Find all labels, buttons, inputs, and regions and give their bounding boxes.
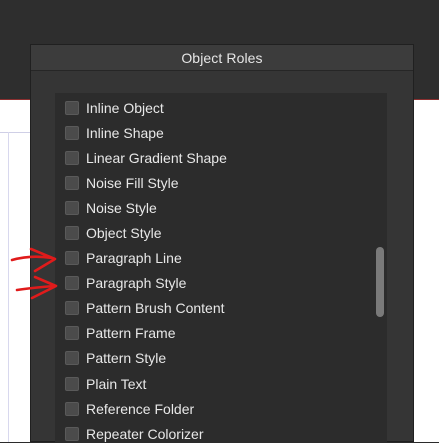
checkbox[interactable] xyxy=(65,426,79,441)
list-item[interactable]: Plain Text xyxy=(55,371,373,396)
roles-list: Inline Object Inline Shape Linear Gradient… xyxy=(55,93,387,443)
list-item[interactable]: Linear Gradient Shape xyxy=(55,145,373,170)
canvas-guide-vertical xyxy=(8,132,9,442)
checkbox[interactable] xyxy=(65,251,79,266)
list-item[interactable]: Object Style xyxy=(55,220,373,245)
list-item-label: Noise Style xyxy=(86,199,157,216)
list-item[interactable]: Noise Fill Style xyxy=(55,170,373,195)
list-item-label: Object Style xyxy=(86,225,162,242)
list-item[interactable]: Paragraph Line xyxy=(55,246,373,271)
list-item[interactable]: Noise Style xyxy=(55,195,373,220)
roles-list-items: Inline Object Inline Shape Linear Gradient… xyxy=(55,95,373,443)
list-item-label: Paragraph Line xyxy=(86,250,182,267)
list-item[interactable]: Inline Object xyxy=(55,95,373,120)
list-item-label: Pattern Frame xyxy=(86,325,176,342)
checkbox[interactable] xyxy=(65,100,79,115)
list-item-label: Pattern Brush Content xyxy=(86,300,225,317)
list-item-label: Pattern Style xyxy=(86,350,167,367)
checkbox[interactable] xyxy=(65,326,79,341)
checkbox[interactable] xyxy=(65,226,79,241)
list-item-label: Paragraph Style xyxy=(86,275,187,292)
checkbox[interactable] xyxy=(65,125,79,140)
object-roles-panel: Object Roles Inline Object Inline Shape Li… xyxy=(30,44,414,443)
checkbox[interactable] xyxy=(65,401,79,416)
checkbox[interactable] xyxy=(65,351,79,366)
list-item[interactable]: Pattern Style xyxy=(55,346,373,371)
list-item[interactable]: Pattern Frame xyxy=(55,321,373,346)
list-item-label: Plain Text xyxy=(86,375,147,392)
checkbox[interactable] xyxy=(65,301,79,316)
list-item[interactable]: Reference Folder xyxy=(55,396,373,421)
list-item-label: Noise Fill Style xyxy=(86,174,179,191)
list-item-label: Repeater Colorizer xyxy=(86,425,204,442)
panel-title: Object Roles xyxy=(181,49,263,66)
list-item[interactable]: Pattern Brush Content xyxy=(55,296,373,321)
checkbox[interactable] xyxy=(65,175,79,190)
list-item[interactable]: Inline Shape xyxy=(55,120,373,145)
checkbox[interactable] xyxy=(65,376,79,391)
scrollbar[interactable] xyxy=(373,93,387,443)
list-item-label: Inline Shape xyxy=(86,124,164,141)
list-item-label: Inline Object xyxy=(86,99,164,116)
list-item-label: Reference Folder xyxy=(86,400,195,417)
list-item-label: Linear Gradient Shape xyxy=(86,149,227,166)
canvas-guide-horizontal xyxy=(0,132,34,133)
checkbox[interactable] xyxy=(65,276,79,291)
list-item[interactable]: Paragraph Style xyxy=(55,271,373,296)
list-item[interactable]: Repeater Colorizer xyxy=(55,421,373,443)
scrollbar-thumb[interactable] xyxy=(376,247,384,317)
checkbox[interactable] xyxy=(65,200,79,215)
panel-header[interactable]: Object Roles xyxy=(31,45,413,71)
checkbox[interactable] xyxy=(65,150,79,165)
